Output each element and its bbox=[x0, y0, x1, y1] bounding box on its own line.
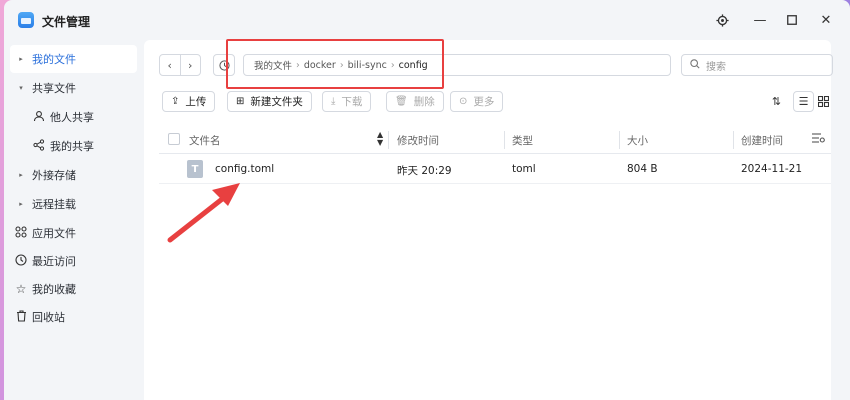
sidebar-item-my-files[interactable]: ▸ 我的文件 bbox=[10, 45, 137, 73]
sidebar-item-label: 外接存储 bbox=[32, 169, 76, 182]
sidebar-item-label: 回收站 bbox=[32, 311, 65, 324]
sidebar-item-shared-by-others[interactable]: 他人共享 bbox=[10, 103, 137, 131]
download-button-label: 下载 bbox=[341, 96, 363, 108]
download-icon: ⤓ bbox=[331, 96, 336, 107]
trash-icon: 🗑 bbox=[395, 96, 408, 107]
search-icon bbox=[690, 58, 700, 72]
sidebar-item-label: 共享文件 bbox=[32, 82, 76, 95]
minimize-icon[interactable]: — bbox=[752, 12, 768, 28]
sidebar-item-label: 我的文件 bbox=[32, 53, 76, 66]
more-dots-icon: ⊙ bbox=[459, 96, 468, 107]
apps-icon bbox=[10, 225, 32, 241]
more-button-label: 更多 bbox=[473, 96, 495, 108]
clock-icon bbox=[10, 253, 32, 269]
header-modified[interactable]: 修改时间 bbox=[397, 133, 439, 148]
sidebar-item-recycle-bin[interactable]: 回收站 bbox=[10, 303, 137, 331]
header-name[interactable]: 文件名 bbox=[189, 133, 221, 148]
sidebar-item-label: 他人共享 bbox=[50, 111, 94, 124]
settings-gear-icon[interactable] bbox=[714, 12, 730, 28]
file-manager-window: 文件管理 — ✕ ▸ 我的文件 ▾ 共享文件 他人共享 我的共享 ▸ 外接存储 … bbox=[4, 0, 850, 400]
table-header: 文件名 ▲ ▼ 修改时间 类型 大小 创建时间 bbox=[159, 126, 831, 154]
sort-order-icon[interactable]: ⇅ bbox=[766, 91, 787, 112]
caret-right-icon: ▸ bbox=[19, 55, 23, 63]
sidebar-item-app-files[interactable]: 应用文件 bbox=[10, 219, 137, 247]
header-type[interactable]: 类型 bbox=[512, 133, 533, 148]
annotation-highlight-box bbox=[226, 39, 444, 89]
sidebar-item-shared-files[interactable]: ▾ 共享文件 bbox=[10, 74, 137, 102]
file-name[interactable]: config.toml bbox=[215, 163, 274, 175]
caret-right-icon: ▸ bbox=[19, 200, 23, 208]
new-folder-button[interactable]: ⊞ 新建文件夹 bbox=[227, 91, 312, 112]
title-bar: 文件管理 — ✕ bbox=[4, 0, 850, 40]
caret-right-icon: ▸ bbox=[19, 171, 23, 179]
search-placeholder: 搜索 bbox=[706, 61, 726, 73]
file-size: 804 B bbox=[627, 163, 658, 175]
star-icon: ☆ bbox=[15, 282, 27, 296]
upload-button-label: 上传 bbox=[185, 96, 207, 108]
back-button[interactable]: ‹ bbox=[160, 55, 181, 75]
sidebar-item-remote-mount[interactable]: ▸ 远程挂载 bbox=[10, 190, 137, 218]
folder-app-icon bbox=[18, 12, 34, 28]
sidebar-item-label: 我的共享 bbox=[50, 140, 94, 153]
share-icon bbox=[28, 138, 50, 154]
sidebar-item-recent[interactable]: 最近访问 bbox=[10, 247, 137, 275]
upload-button[interactable]: ⇪ 上传 bbox=[162, 91, 216, 112]
sidebar-item-label: 我的收藏 bbox=[32, 283, 76, 296]
sidebar-item-my-shares[interactable]: 我的共享 bbox=[10, 132, 137, 160]
select-all-checkbox[interactable] bbox=[168, 133, 180, 145]
nav-buttons: ‹ › bbox=[159, 54, 201, 76]
forward-button[interactable]: › bbox=[181, 55, 201, 75]
main-panel: ‹ › 我的文件 › docker › bili-sync › config 搜索 ⇪… bbox=[144, 39, 834, 400]
file-modified: 昨天 20:29 bbox=[397, 165, 452, 177]
sidebar-item-favorites[interactable]: ☆ 我的收藏 bbox=[10, 275, 137, 303]
list-view-icon[interactable]: ☰ bbox=[793, 91, 814, 112]
person-icon bbox=[28, 110, 50, 125]
header-created[interactable]: 创建时间 bbox=[741, 133, 783, 148]
search-input[interactable]: 搜索 bbox=[681, 54, 833, 76]
caret-down-icon: ▾ bbox=[19, 84, 23, 92]
column-divider[interactable] bbox=[504, 131, 505, 149]
close-icon[interactable]: ✕ bbox=[818, 12, 834, 28]
grid-view-icon[interactable] bbox=[813, 91, 834, 112]
sidebar-item-label: 应用文件 bbox=[32, 227, 76, 240]
column-divider[interactable] bbox=[619, 131, 620, 149]
file-created: 2024-11-21 bbox=[741, 163, 803, 175]
trash-icon bbox=[10, 309, 32, 325]
column-divider[interactable] bbox=[733, 131, 734, 149]
sidebar-item-label: 远程挂载 bbox=[32, 198, 76, 211]
column-settings-icon[interactable] bbox=[812, 132, 825, 147]
delete-button-label: 删除 bbox=[413, 96, 435, 108]
sidebar-item-external-storage[interactable]: ▸ 外接存储 bbox=[10, 161, 137, 189]
more-button[interactable]: ⊙ 更多 bbox=[450, 91, 504, 112]
new-folder-icon: ⊞ bbox=[236, 96, 245, 107]
text-file-icon: T bbox=[187, 160, 203, 178]
sidebar-item-label: 最近访问 bbox=[32, 255, 76, 268]
file-type: toml bbox=[512, 163, 536, 175]
delete-button[interactable]: 🗑 删除 bbox=[386, 91, 444, 112]
sort-arrows-icon[interactable]: ▲ ▼ bbox=[377, 131, 383, 147]
maximize-icon[interactable] bbox=[784, 12, 800, 28]
column-divider[interactable] bbox=[388, 131, 389, 149]
header-size[interactable]: 大小 bbox=[627, 133, 648, 148]
download-button[interactable]: ⤓ 下载 bbox=[322, 91, 372, 112]
app-title: 文件管理 bbox=[42, 15, 91, 29]
new-folder-button-label: 新建文件夹 bbox=[250, 96, 303, 108]
table-row[interactable]: T config.toml 昨天 20:29 toml 804 B 2024-1… bbox=[159, 154, 831, 184]
sidebar: ▸ 我的文件 ▾ 共享文件 他人共享 我的共享 ▸ 外接存储 ▸ 远程挂载 应用… bbox=[4, 40, 144, 400]
upload-icon: ⇪ bbox=[171, 96, 180, 107]
